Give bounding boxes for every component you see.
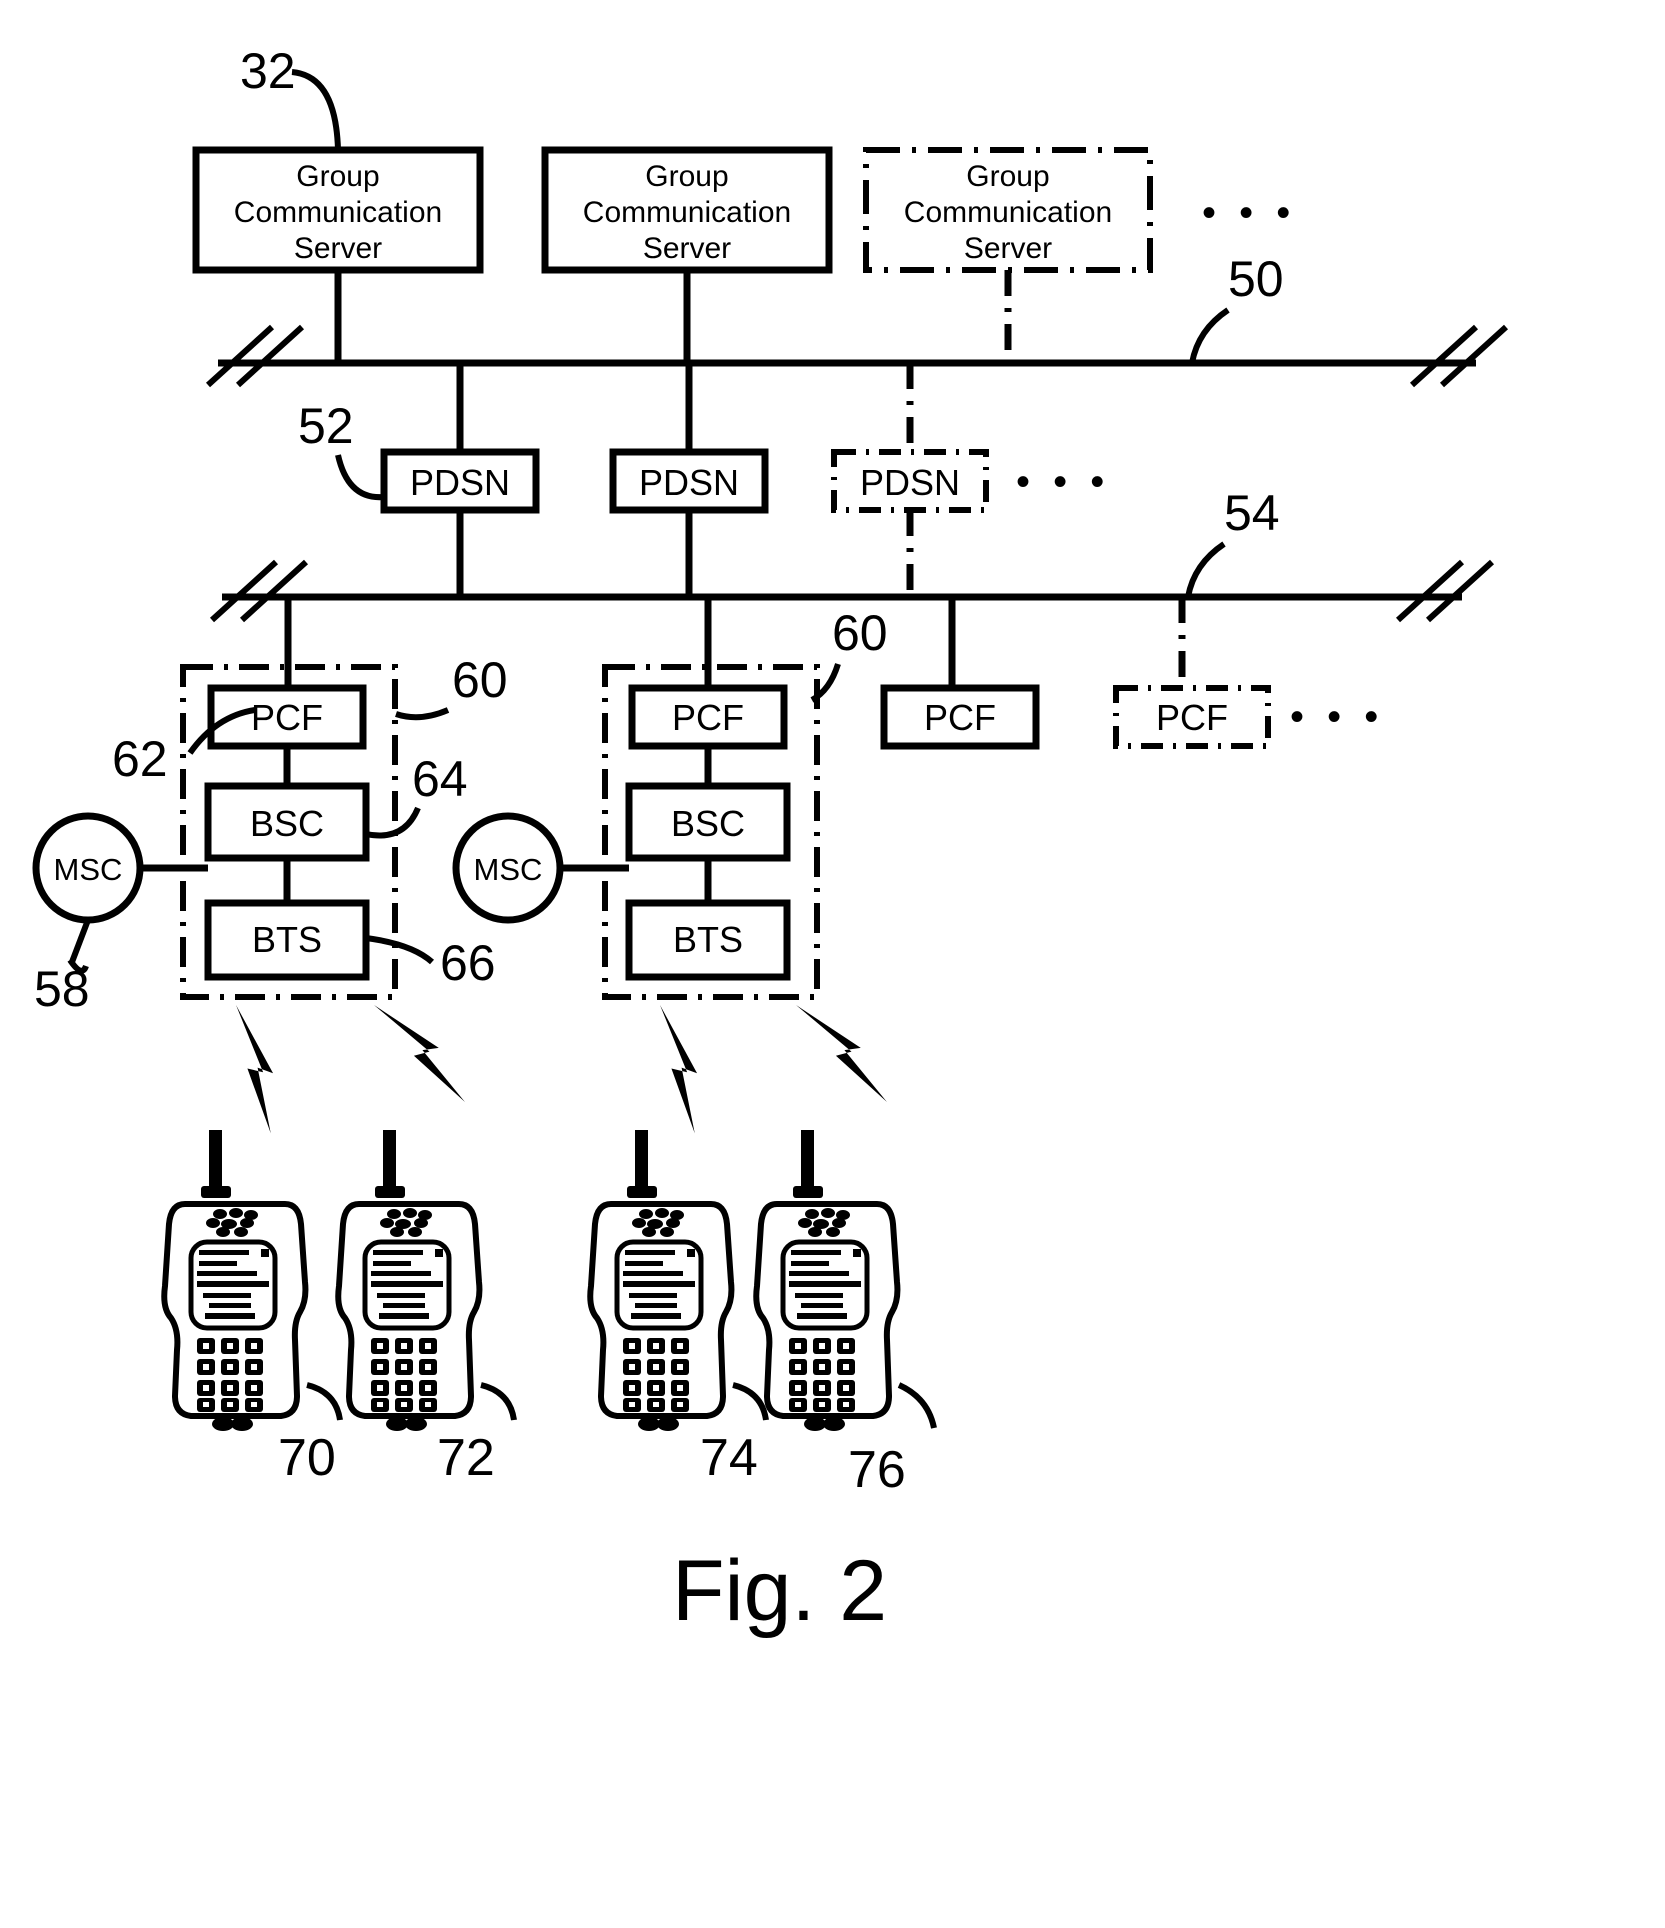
pcf-block-2[interactable]: PCF	[628, 684, 788, 750]
handset-74[interactable]	[590, 1130, 731, 1431]
bts-1-label: BTS	[252, 919, 322, 960]
handset-76[interactable]	[756, 1130, 897, 1431]
pdsn-block-1[interactable]: PDSN	[380, 448, 540, 514]
server-block-1[interactable]: Group Communication Server	[192, 146, 484, 274]
pdsn-block-3[interactable]: PDSN	[831, 449, 989, 513]
server-2-line-1: Group	[645, 160, 728, 193]
server-block-2[interactable]: Group Communication Server	[541, 146, 833, 274]
pcf-3-label: PCF	[924, 697, 996, 738]
rf-link-bts2-handset76	[796, 987, 887, 1120]
server-3-line-3: Server	[964, 232, 1052, 265]
pdsn-1-label: PDSN	[410, 462, 510, 503]
rf-link-bts1-handset72	[374, 987, 465, 1120]
server-2-line-3: Server	[643, 232, 731, 265]
numeral-52: 52	[298, 398, 354, 454]
handset-70[interactable]	[164, 1130, 305, 1431]
rf-link-bts2-handset74	[647, 1005, 708, 1134]
handset-72[interactable]	[338, 1130, 479, 1431]
numeral-66: 66	[440, 935, 496, 991]
figure-caption: Fig. 2	[672, 1543, 887, 1639]
pcf-4-label: PCF	[1156, 697, 1228, 738]
numeral-60-b: 60	[832, 605, 888, 661]
pcf-row-ellipsis: • • •	[1290, 695, 1384, 739]
pdsn-block-2[interactable]: PDSN	[609, 448, 769, 514]
figure-canvas: Group Communication Server Group Communi…	[0, 0, 1665, 1928]
server-2-line-2: Communication	[583, 196, 791, 229]
pcf-2-label: PCF	[672, 697, 744, 738]
numeral-70: 70	[278, 1429, 336, 1487]
server-1-line-3: Server	[294, 232, 382, 265]
pcf-block-4[interactable]: PCF	[1113, 685, 1271, 749]
pdsn-row-ellipsis: • • •	[1016, 460, 1110, 504]
numeral-62: 62	[112, 731, 168, 787]
bsc-1-label: BSC	[250, 803, 324, 844]
numeral-54: 54	[1224, 485, 1280, 541]
bsc-2-label: BSC	[671, 803, 745, 844]
server-1-line-1: Group	[296, 160, 379, 193]
rf-link-bts1-handset70	[223, 1005, 284, 1134]
numeral-64: 64	[412, 751, 468, 807]
pdsn-3-label: PDSN	[860, 462, 960, 503]
patent-figure-svg: Group Communication Server Group Communi…	[32, 43, 1509, 1639]
numeral-32: 32	[240, 43, 296, 99]
server-3-line-1: Group	[966, 160, 1049, 193]
pcf-1-label: PCF	[251, 697, 323, 738]
msc-1-label: MSC	[54, 852, 123, 887]
msc-circle-2[interactable]: MSC	[452, 812, 564, 924]
bts-block-1[interactable]: BTS	[204, 899, 370, 981]
server-3-line-2: Communication	[904, 196, 1112, 229]
bts-2-label: BTS	[673, 919, 743, 960]
msc-circle-1[interactable]: MSC	[32, 812, 144, 924]
numeral-76: 76	[848, 1441, 906, 1499]
numeral-50: 50	[1228, 251, 1284, 307]
server-1-line-2: Communication	[234, 196, 442, 229]
numeral-74: 74	[700, 1429, 758, 1487]
server-block-3[interactable]: Group Communication Server	[863, 147, 1153, 273]
server-row-ellipsis: • • •	[1202, 191, 1296, 235]
numeral-60-a: 60	[452, 652, 508, 708]
bsc-block-2[interactable]: BSC	[625, 782, 791, 862]
bus-50	[205, 324, 1509, 388]
msc-2-label: MSC	[474, 852, 543, 887]
pcf-block-3[interactable]: PCF	[880, 684, 1040, 750]
numeral-72: 72	[437, 1429, 495, 1487]
bts-block-2[interactable]: BTS	[625, 899, 791, 981]
bsc-block-1[interactable]: BSC	[204, 782, 370, 862]
pdsn-2-label: PDSN	[639, 462, 739, 503]
